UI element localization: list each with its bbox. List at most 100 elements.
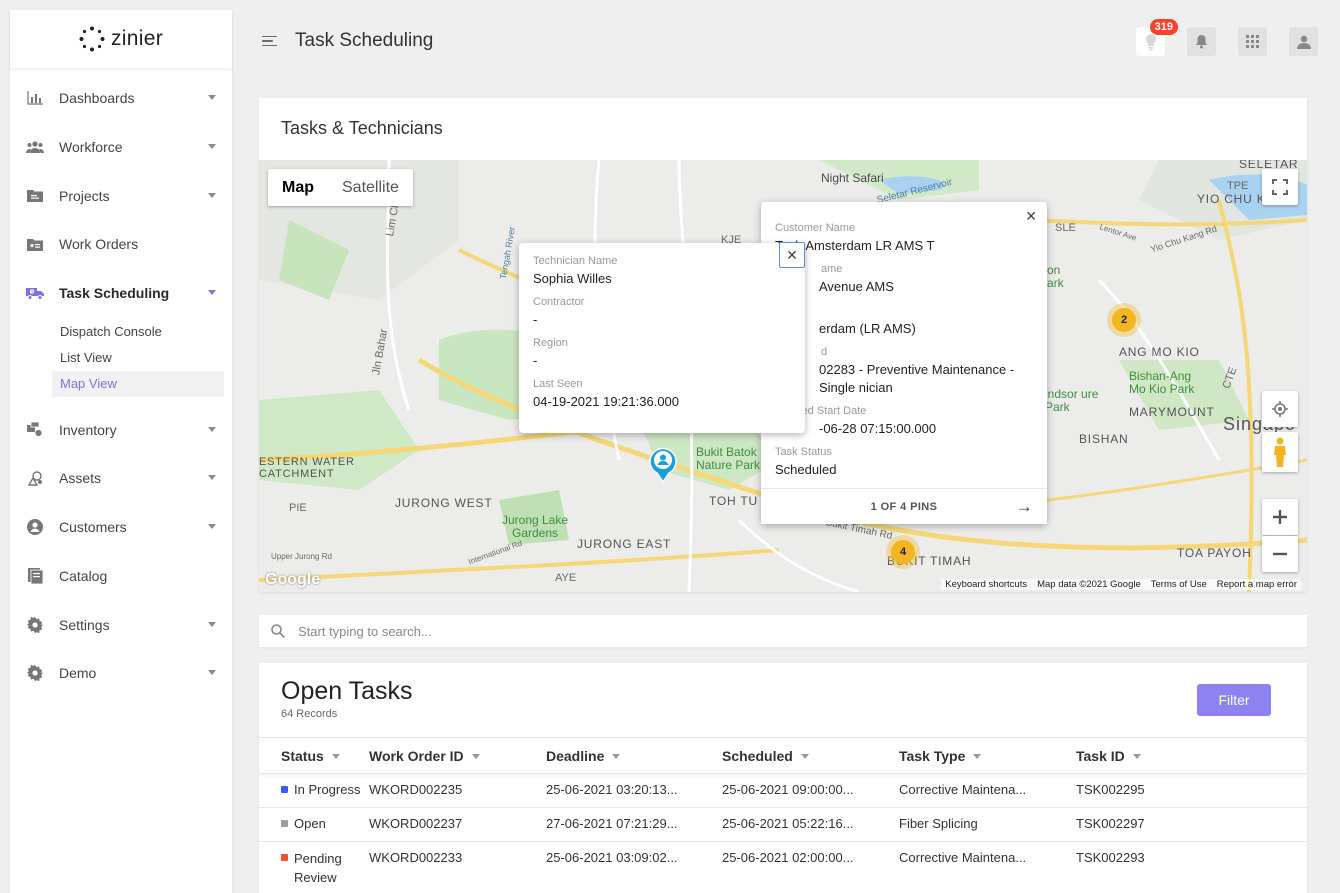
sidebar-item-label: Workforce (59, 139, 123, 156)
logo[interactable]: zinier (10, 10, 232, 68)
close-icon[interactable]: ✕ (779, 242, 805, 268)
technician-pin-icon[interactable] (648, 445, 678, 483)
zoom-in-button[interactable] (1262, 499, 1298, 535)
popup-field-value: - (533, 353, 538, 368)
chevron-down-icon (208, 290, 216, 296)
scheduled-cell: 25-06-2021 09:00:00... (722, 782, 854, 797)
close-icon[interactable]: ✕ (1025, 208, 1037, 225)
column-header-task-type[interactable]: Task Type (899, 748, 982, 764)
bell-icon (1196, 35, 1207, 49)
lightbulb-icon (1145, 33, 1156, 50)
apps-grid-button[interactable] (1238, 27, 1267, 56)
status-dot (281, 820, 288, 827)
subnav-dispatch-console[interactable]: Dispatch Console (52, 319, 224, 345)
table-row[interactable]: In Progress WKORD002235 25-06-2021 03:20… (259, 774, 1307, 808)
column-header-work-order-id[interactable]: Work Order ID (369, 748, 480, 764)
task-cluster-marker[interactable]: 2 (1112, 308, 1136, 332)
zoom-out-button[interactable] (1262, 536, 1298, 572)
user-profile-button[interactable] (1289, 27, 1318, 56)
task-type-cell: Corrective Maintena... (899, 782, 1027, 797)
page-title: Task Scheduling (295, 30, 434, 51)
my-location-button[interactable] (1262, 391, 1298, 427)
column-header-task-id[interactable]: Task ID (1076, 748, 1141, 764)
sidebar-item-customers[interactable]: Customers (10, 503, 232, 552)
sidebar: zinier Dashboards Workforce Projects Wor… (10, 10, 232, 893)
search-input[interactable] (298, 623, 1198, 639)
sidebar-item-settings[interactable]: Settings (10, 600, 232, 649)
column-label: Deadline (546, 748, 605, 764)
work-order-cell: WKORD002233 (369, 850, 463, 865)
map-canvas[interactable]: Night Safari Seletar Reservoir SELETAR Y… (259, 160, 1307, 592)
google-logo: Google (265, 571, 321, 588)
column-header-deadline[interactable]: Deadline (546, 748, 621, 764)
sort-icon (973, 753, 982, 759)
lightbulb-button[interactable]: 319 (1136, 19, 1178, 56)
popup-field-value: Scheduled (775, 462, 837, 477)
sort-icon (471, 753, 480, 759)
sidebar-item-demo[interactable]: Demo (10, 649, 232, 698)
subnav-map-view[interactable]: Map View (52, 371, 224, 398)
street-view-button[interactable] (1262, 432, 1298, 472)
sidebar-item-assets[interactable]: Assets (10, 454, 232, 503)
sidebar-item-label: Task Scheduling (59, 285, 170, 302)
table-row[interactable]: Open WKORD002237 27-06-2021 07:21:29... … (259, 808, 1307, 842)
deadline-cell: 25-06-2021 03:20:13... (546, 782, 678, 797)
filter-button[interactable]: Filter (1197, 684, 1271, 716)
keyboard-shortcuts-link[interactable]: Keyboard shortcuts (945, 579, 1027, 590)
map-label: Bishan-Ang Mo Kio Park (1129, 369, 1195, 396)
popup-field-label: ame (821, 263, 843, 275)
deadline-cell: 27-06-2021 07:21:29... (546, 816, 678, 831)
map-label: on ark (1047, 263, 1064, 290)
menu-toggle-icon[interactable] (262, 35, 277, 47)
map-type-map-button[interactable]: Map (268, 169, 328, 206)
sidebar-item-projects[interactable]: Projects (10, 171, 232, 220)
user-icon (1296, 35, 1311, 49)
map-attribution: Keyboard shortcuts Map data ©2021 Google… (941, 579, 1301, 590)
map-label: TOA PAYOH (1177, 546, 1252, 560)
sidebar-item-label: Work Orders (59, 236, 139, 253)
chevron-down-icon (208, 475, 216, 481)
card-title: Tasks & Technicians (281, 118, 443, 138)
column-label: Task Type (899, 748, 966, 764)
popup-field-label: Customer Name (775, 222, 856, 234)
subnav-list-view[interactable]: List View (52, 345, 224, 371)
pins-pager-text: 1 OF 4 PINS (870, 500, 938, 513)
report-error-link[interactable]: Report a map error (1217, 579, 1297, 590)
column-header-scheduled[interactable]: Scheduled (722, 748, 809, 764)
column-label: Task ID (1076, 748, 1125, 764)
map-type-satellite-button[interactable]: Satellite (328, 169, 413, 206)
map-label: JURONG EAST (577, 537, 672, 551)
sidebar-item-catalog[interactable]: Catalog (10, 552, 232, 601)
sidebar-item-workforce[interactable]: Workforce (10, 123, 232, 172)
notification-count-badge: 319 (1149, 19, 1178, 35)
table-row[interactable]: Pending Review WKORD002233 25-06-2021 03… (259, 842, 1307, 893)
sidebar-item-label: Assets (59, 470, 102, 487)
scheduled-cell: 25-06-2021 05:22:16... (722, 816, 854, 831)
sidebar-item-task-scheduling[interactable]: Task Scheduling (10, 269, 232, 318)
sidebar-item-work-orders[interactable]: Work Orders (10, 220, 232, 269)
sidebar-item-dashboards[interactable]: Dashboards (10, 74, 232, 123)
task-cluster-marker[interactable]: 4 (891, 540, 915, 564)
sort-icon (1132, 753, 1141, 759)
id-card-icon (26, 235, 44, 253)
sidebar-item-inventory[interactable]: Inventory (10, 405, 232, 454)
popup-field-value: Tech Amsterdam LR AMS T (775, 238, 935, 253)
fullscreen-icon (1272, 179, 1288, 195)
map-label: Upper Jurong Rd (271, 552, 332, 561)
column-header-status[interactable]: Status (281, 748, 340, 764)
terms-link[interactable]: Terms of Use (1151, 579, 1207, 590)
column-label: Scheduled (722, 748, 793, 764)
work-order-cell: WKORD002235 (369, 782, 463, 797)
notifications-button[interactable] (1187, 27, 1216, 56)
apps-grid-icon (1246, 35, 1259, 48)
popup-field-label: uled Start Date (793, 405, 867, 417)
fullscreen-button[interactable] (1262, 169, 1298, 205)
pegman-icon (1274, 437, 1286, 467)
folder-icon (26, 187, 44, 205)
inventory-icon (26, 421, 44, 439)
map-data-text: Map data ©2021 Google (1037, 579, 1141, 590)
task-id-cell: TSK002295 (1076, 782, 1145, 797)
map-label: MARYMOUNT (1129, 405, 1215, 419)
map-label: BISHAN (1079, 432, 1129, 446)
arrow-right-icon[interactable]: → (1016, 497, 1033, 517)
